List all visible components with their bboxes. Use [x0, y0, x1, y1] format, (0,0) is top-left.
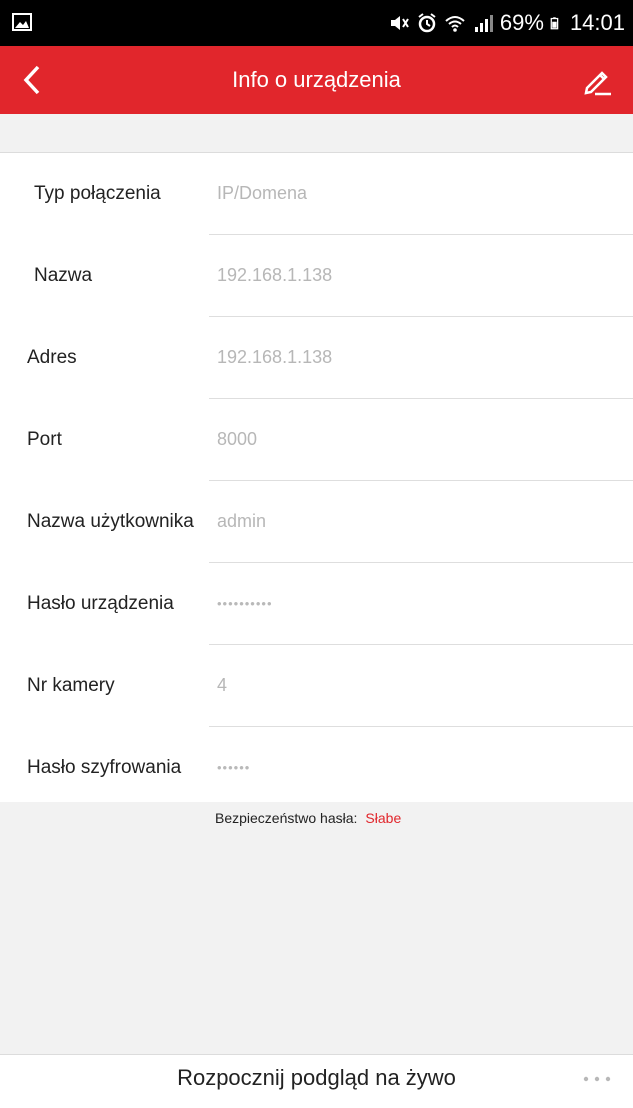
- page-title: Info o urządzenia: [232, 67, 401, 92]
- signal-icon: [474, 15, 493, 32]
- gallery-icon: [12, 13, 32, 31]
- bottom-bar: Rozpocznij podgląd na żywo: [0, 1055, 633, 1108]
- port-label: Port: [27, 428, 62, 450]
- alarm-icon: [418, 13, 436, 33]
- pencil-icon: [584, 71, 611, 96]
- address-row[interactable]: Adres 192.168.1.138: [27, 317, 633, 399]
- status-right: 69% 14:01: [388, 0, 625, 46]
- username-row[interactable]: Nazwa użytkownika admin: [27, 481, 633, 563]
- more-dots-icon: [583, 1076, 611, 1082]
- encryption-password-row[interactable]: Hasło szyfrowania ••••••: [27, 727, 633, 808]
- camera-number-label: Nr kamery: [27, 674, 115, 696]
- port-value: 8000: [217, 429, 258, 449]
- connection-type-label: Typ połączenia: [34, 182, 161, 204]
- connection-type-value: IP/Domena: [217, 183, 308, 203]
- device-password-row[interactable]: Hasło urządzenia ••••••••••: [27, 563, 633, 645]
- wifi-icon: [445, 16, 465, 32]
- status-bar: 69% 14:01: [0, 0, 633, 46]
- password-strength-line: Bezpieczeństwo hasła: Słabe: [215, 810, 401, 826]
- battery-percent: 69%: [499, 10, 544, 35]
- address-value: 192.168.1.138: [217, 347, 333, 367]
- name-label: Nazwa: [34, 264, 93, 286]
- name-value: 192.168.1.138: [217, 265, 333, 285]
- connection-type-row[interactable]: Typ połączenia IP/Domena: [34, 153, 633, 235]
- device-password-label: Hasło urządzenia: [27, 592, 174, 614]
- username-value: admin: [217, 511, 267, 531]
- encryption-password-label: Hasło szyfrowania: [27, 756, 182, 778]
- status-time: 14:01: [569, 10, 625, 35]
- address-label: Adres: [27, 346, 77, 368]
- device-password-value: ••••••••••: [217, 596, 273, 611]
- start-live-view-button[interactable]: Rozpocznij podgląd na żywo: [0, 1065, 633, 1091]
- device-info-form: Typ połączenia IP/Domena Nazwa 192.168.1…: [0, 153, 633, 808]
- username-label: Nazwa użytkownika: [27, 510, 194, 532]
- port-row[interactable]: Port 8000: [27, 399, 633, 481]
- password-strength-label: Bezpieczeństwo hasła:: [215, 810, 358, 826]
- more-button[interactable]: [579, 1069, 615, 1089]
- edit-button[interactable]: [575, 58, 619, 102]
- camera-number-row[interactable]: Nr kamery 4: [27, 645, 633, 727]
- section-spacer: [0, 114, 633, 153]
- name-row[interactable]: Nazwa 192.168.1.138: [34, 235, 633, 317]
- password-strength-panel: Bezpieczeństwo hasła: Słabe: [0, 802, 633, 1055]
- mute-icon: [390, 16, 409, 30]
- password-strength-value: Słabe: [365, 810, 402, 826]
- camera-number-value: 4: [217, 675, 228, 695]
- battery-icon: [550, 17, 559, 30]
- encryption-password-value: ••••••: [217, 760, 251, 775]
- app-bar: Info o urządzenia: [0, 46, 633, 114]
